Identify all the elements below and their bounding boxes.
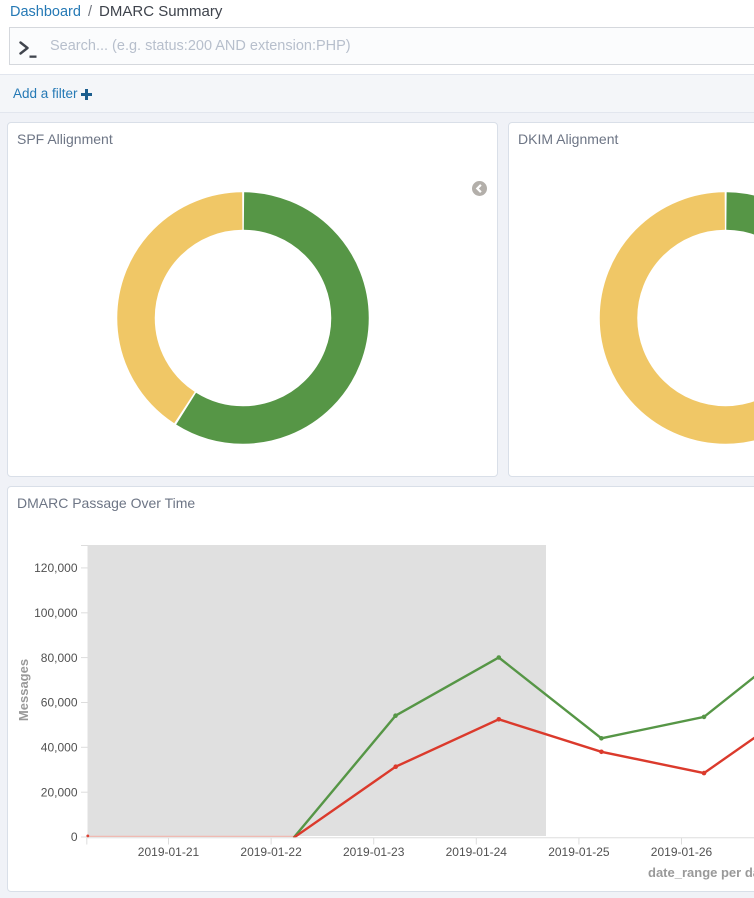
svg-text:120,000: 120,000 <box>34 561 78 575</box>
svg-text:2019-01-24: 2019-01-24 <box>446 845 508 859</box>
svg-text:100,000: 100,000 <box>34 606 78 620</box>
svg-text:20,000: 20,000 <box>41 785 78 799</box>
svg-text:2019-01-25: 2019-01-25 <box>548 845 610 859</box>
svg-text:2019-01-21: 2019-01-21 <box>138 845 200 859</box>
svg-text:80,000: 80,000 <box>41 651 78 665</box>
svg-text:Messages: Messages <box>16 659 31 721</box>
svg-text:date_range per day: date_range per day <box>648 865 754 880</box>
svg-text:40,000: 40,000 <box>41 741 78 755</box>
svg-text:2019-01-26: 2019-01-26 <box>651 845 713 859</box>
svg-text:0: 0 <box>71 830 78 844</box>
svg-text:60,000: 60,000 <box>41 696 78 710</box>
svg-text:2019-01-22: 2019-01-22 <box>240 845 302 859</box>
svg-text:2019-01-23: 2019-01-23 <box>343 845 405 859</box>
